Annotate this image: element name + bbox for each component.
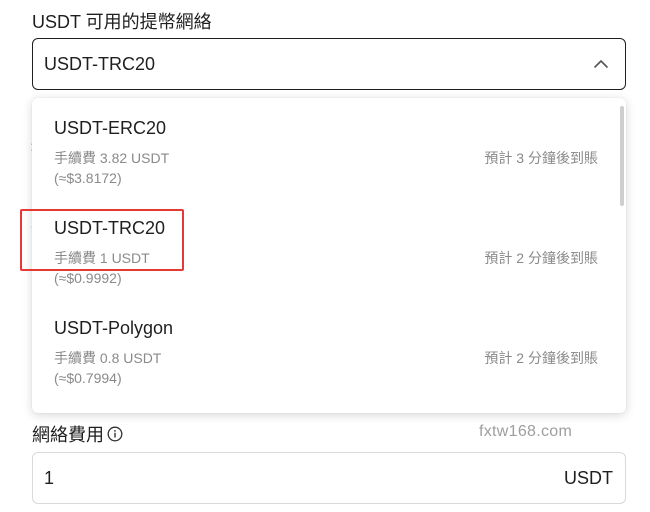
network-dropdown: USDT-ERC20 手續費 3.82 USDT (≈$3.8172) 預計 3…	[32, 98, 626, 413]
option-fee: 手續費 1 USDT	[54, 250, 150, 266]
option-usd-value: (≈$0.9992)	[54, 270, 122, 286]
option-fee: 手續費 0.8 USDT	[54, 350, 162, 366]
option-eta: 預計 2 分鐘後到賬	[484, 250, 598, 266]
option-name: USDT-ERC20	[54, 118, 167, 138]
dropdown-scrollbar[interactable]	[618, 98, 626, 413]
fee-input[interactable]: 1 USDT	[32, 452, 626, 504]
option-eta: 預計 3 分鐘後到賬	[484, 150, 598, 166]
fee-value: 1	[44, 467, 55, 488]
option-usd-value: (≈$3.8172)	[54, 170, 122, 186]
option-name: USDT-TRC20	[54, 218, 166, 238]
option-usdt-erc20[interactable]: USDT-ERC20 手續費 3.82 USDT (≈$3.8172) 預計 3…	[32, 98, 618, 198]
option-name: USDT-Polygon	[54, 318, 174, 338]
chevron-up-icon[interactable]	[591, 54, 611, 74]
option-usd-value: (≈$0.7994)	[54, 370, 122, 386]
fee-unit: USDT	[564, 467, 613, 488]
selected-network: USDT-TRC20	[44, 53, 156, 74]
option-usdt-trc20[interactable]: USDT-TRC20 手續費 1 USDT (≈$0.9992) 預計 2 分鐘…	[32, 198, 618, 298]
fee-label-row: 網絡費用	[32, 421, 123, 447]
option-eta: 預計 2 分鐘後到賬	[484, 350, 598, 366]
option-fee: 手續費 3.82 USDT	[54, 150, 170, 166]
watermark: fxtw168.com	[479, 423, 573, 440]
network-label: USDT 可用的提幣網絡	[32, 12, 212, 32]
fee-label: 網絡費用	[32, 425, 104, 445]
option-usdt-polygon[interactable]: USDT-Polygon 手續費 0.8 USDT (≈$0.7994) 預計 …	[32, 298, 618, 398]
network-select[interactable]: USDT-TRC20	[32, 38, 626, 90]
info-icon[interactable]	[107, 426, 123, 442]
scrollbar-thumb[interactable]	[620, 106, 624, 206]
